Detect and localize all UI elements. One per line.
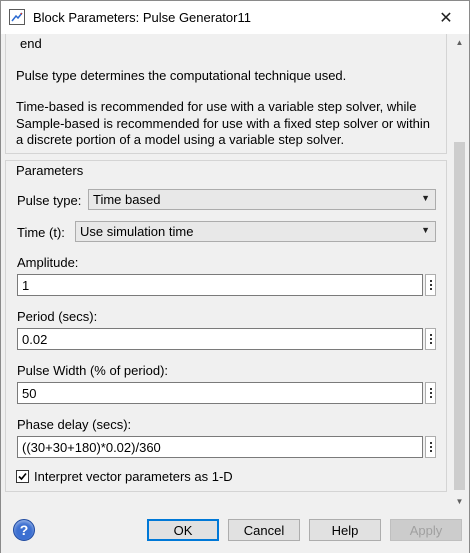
period-input[interactable]: 0.02 xyxy=(17,328,423,350)
window-title: Block Parameters: Pulse Generator11 xyxy=(33,10,251,25)
description-end: end xyxy=(20,36,42,51)
simulink-block-icon xyxy=(9,9,25,25)
dialog-window: Block Parameters: Pulse Generator11 ✕ en… xyxy=(0,0,470,553)
ok-button[interactable]: OK xyxy=(147,519,219,541)
time-select[interactable]: Use simulation time ▼ xyxy=(75,221,436,242)
description-time-based-3: a discrete portion of a model using a va… xyxy=(16,132,345,147)
phase-delay-more-icon[interactable] xyxy=(425,436,436,458)
pulse-width-input[interactable]: 50 xyxy=(17,382,423,404)
description-pulse-type: Pulse type determines the computational … xyxy=(16,68,347,83)
vertical-scrollbar[interactable]: ▲ ▼ xyxy=(451,34,468,510)
amplitude-more-icon[interactable] xyxy=(425,274,436,296)
scrollbar-thumb[interactable] xyxy=(454,142,465,490)
amplitude-input[interactable]: 1 xyxy=(17,274,423,296)
pulse-width-more-icon[interactable] xyxy=(425,382,436,404)
pulse-type-value: Time based xyxy=(93,192,161,207)
time-label: Time (t): xyxy=(17,225,65,240)
description-time-based-1: Time-based is recommended for use with a… xyxy=(16,99,417,114)
title-bar[interactable]: Block Parameters: Pulse Generator11 ✕ xyxy=(1,1,469,34)
chevron-down-icon: ▼ xyxy=(421,225,430,235)
block-description: end Pulse type determines the computatio… xyxy=(5,34,447,154)
pulse-type-label: Pulse type: xyxy=(17,193,82,208)
help-button[interactable]: Help xyxy=(309,519,381,541)
period-more-icon[interactable] xyxy=(425,328,436,350)
scroll-up-icon[interactable]: ▲ xyxy=(451,34,468,51)
description-time-based-2: Sample-based is recommended for use with… xyxy=(16,116,431,131)
scroll-content: end Pulse type determines the computatio… xyxy=(1,34,451,510)
apply-button[interactable]: Apply xyxy=(390,519,462,541)
pulse-width-label: Pulse Width (% of period): xyxy=(17,363,169,378)
interpret-vector-label: Interpret vector parameters as 1-D xyxy=(34,469,233,484)
amplitude-label: Amplitude: xyxy=(17,255,79,270)
period-label: Period (secs): xyxy=(17,309,98,324)
cancel-button[interactable]: Cancel xyxy=(228,519,300,541)
interpret-vector-checkbox[interactable] xyxy=(16,470,29,483)
parameters-group-title: Parameters xyxy=(16,163,84,178)
parameters-group: Parameters Pulse type: Time based ▼ Time… xyxy=(5,160,447,492)
pulse-type-select[interactable]: Time based ▼ xyxy=(88,189,436,210)
close-icon[interactable]: ✕ xyxy=(429,5,463,31)
time-value: Use simulation time xyxy=(80,224,194,239)
dialog-footer: ? OK Cancel Help Apply xyxy=(1,510,469,553)
question-circle-icon[interactable]: ? xyxy=(13,519,35,541)
scroll-down-icon[interactable]: ▼ xyxy=(451,493,468,510)
checkmark-icon xyxy=(18,472,27,481)
phase-delay-input[interactable]: ((30+30+180)*0.02)/360 xyxy=(17,436,423,458)
phase-delay-label: Phase delay (secs): xyxy=(17,417,132,432)
chevron-down-icon: ▼ xyxy=(421,193,430,203)
